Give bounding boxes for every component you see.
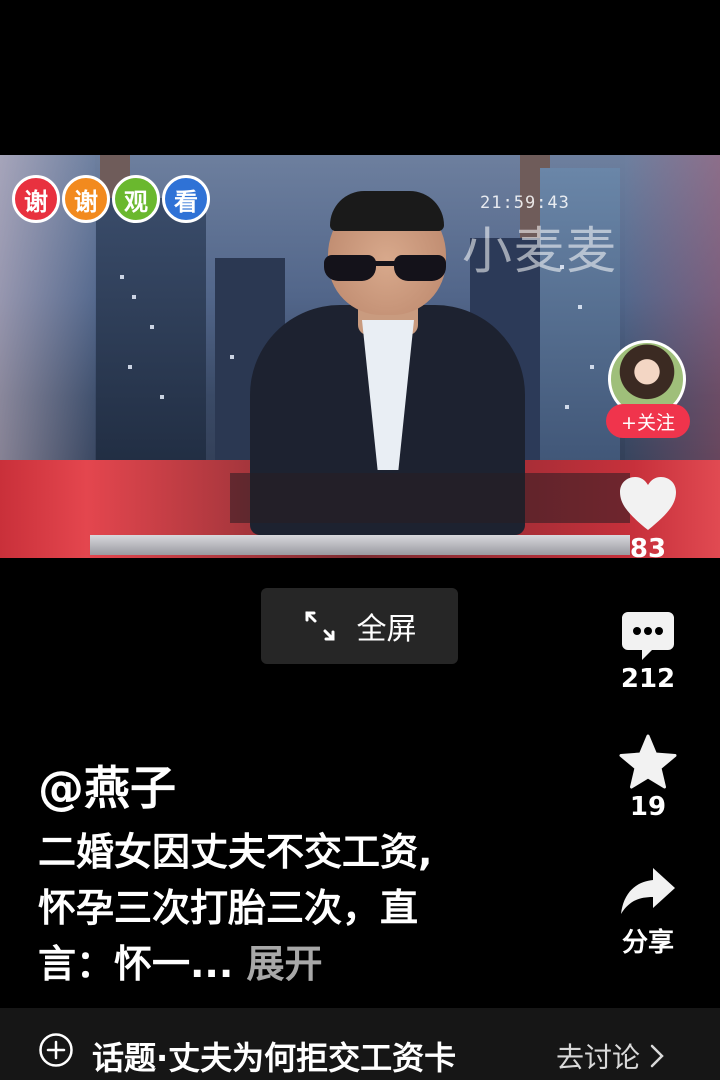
comment-count: 212 xyxy=(620,664,676,694)
expand-link[interactable]: 展开 xyxy=(247,942,323,986)
blurred-caption xyxy=(230,473,630,523)
thanks-badges: 谢 谢 观 看 xyxy=(12,175,210,223)
comment-button[interactable]: 212 xyxy=(603,610,693,694)
favorite-button[interactable]: 19 xyxy=(603,734,693,822)
description-line: 言：怀一... xyxy=(38,942,234,986)
topic-title[interactable]: 话题·丈夫为何拒交工资卡 xyxy=(92,1033,456,1079)
badge-char: 谢 xyxy=(62,175,110,223)
discuss-label: 去讨论 xyxy=(556,1041,641,1074)
video-watermark: 小麦麦 xyxy=(462,222,618,280)
badge-char: 看 xyxy=(162,175,210,223)
studio-desk-top xyxy=(90,535,630,555)
author-name[interactable]: @燕子 xyxy=(38,752,176,818)
expand-icon xyxy=(305,611,334,641)
plus-circle-icon xyxy=(39,1033,73,1067)
favorite-count: 19 xyxy=(629,792,667,822)
star-icon xyxy=(619,734,677,789)
fullscreen-button[interactable]: 全屏 xyxy=(261,588,458,664)
like-count: 83 xyxy=(629,534,667,564)
badge-char: 谢 xyxy=(12,175,60,223)
heart-icon xyxy=(620,477,676,530)
share-label: 分享 xyxy=(621,928,674,958)
discuss-link[interactable]: 去讨论 xyxy=(556,1036,664,1076)
description-line: 怀孕三次打胎三次，直 xyxy=(38,886,419,930)
comment-icon xyxy=(622,612,674,660)
badge-char: 观 xyxy=(112,175,160,223)
follow-button[interactable]: +关注 xyxy=(606,404,690,438)
share-button[interactable]: 分享 xyxy=(603,866,693,959)
share-arrow-icon xyxy=(621,868,675,914)
backdrop-building xyxy=(96,198,206,498)
author-avatar-group[interactable]: +关注 xyxy=(606,340,690,440)
sunglasses xyxy=(320,255,450,285)
video-description: 二婚女因丈夫不交工资, 怀孕三次打胎三次，直 言：怀一... 展开 xyxy=(38,824,558,992)
like-button[interactable]: 83 xyxy=(603,476,693,564)
video-timestamp: 21:59:43 xyxy=(480,193,570,213)
description-line: 二婚女因丈夫不交工资, xyxy=(38,830,433,874)
fullscreen-label: 全屏 xyxy=(356,612,417,647)
chevron-right-icon xyxy=(650,1044,664,1068)
